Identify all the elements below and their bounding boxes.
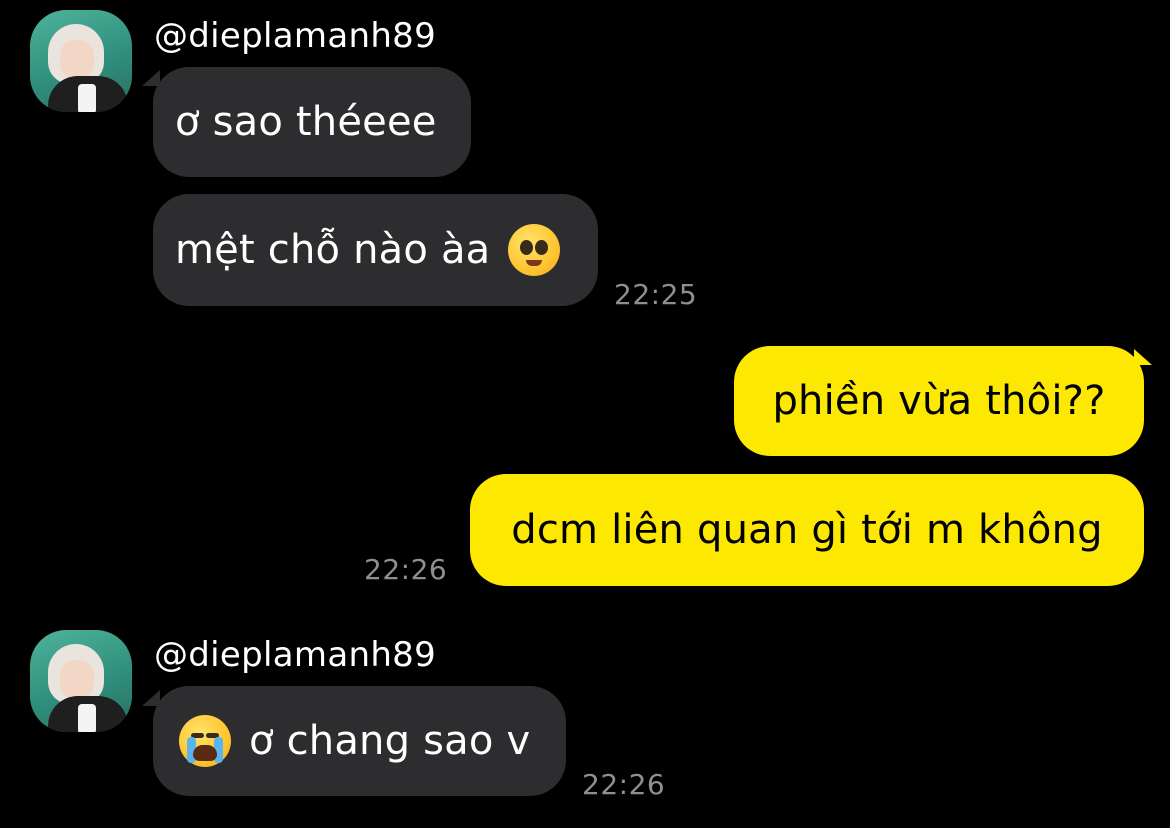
message-bubble[interactable]: phiền vừa thôi?? <box>734 346 1144 456</box>
avatar[interactable] <box>30 630 132 732</box>
emoji-mouth <box>526 260 543 266</box>
pleading-face-icon <box>508 224 561 276</box>
emoji-mouth <box>193 745 217 761</box>
message-text: phiền vừa thôi?? <box>772 378 1106 424</box>
loudly-crying-face-icon <box>179 715 231 767</box>
message-text: ơ sao théeee <box>175 99 437 145</box>
message-timestamp: 22:26 <box>364 553 448 586</box>
message-bubble[interactable]: mệt chỗ nào àa <box>153 194 598 306</box>
message-timestamp: 22:26 <box>582 768 666 801</box>
message-text: ơ chang sao v <box>249 718 531 764</box>
message-text: dcm liên quan gì tới m không <box>511 507 1103 553</box>
message-timestamp: 22:25 <box>614 278 698 311</box>
emoji-eye <box>535 240 549 255</box>
message-bubble[interactable]: ơ sao théeee <box>153 67 471 177</box>
avatar-face <box>60 40 94 80</box>
sender-username[interactable]: @dieplamanh89 <box>154 635 436 675</box>
avatar-shirt <box>78 84 96 112</box>
avatar-face <box>60 660 94 700</box>
avatar[interactable] <box>30 10 132 112</box>
message-bubble[interactable]: dcm liên quan gì tới m không <box>470 474 1144 586</box>
avatar-shirt <box>78 704 96 732</box>
emoji-eye <box>520 240 534 255</box>
message-bubble[interactable]: ơ chang sao v <box>153 686 566 796</box>
message-text: mệt chỗ nào àa <box>175 227 491 273</box>
sender-username[interactable]: @dieplamanh89 <box>154 16 436 56</box>
